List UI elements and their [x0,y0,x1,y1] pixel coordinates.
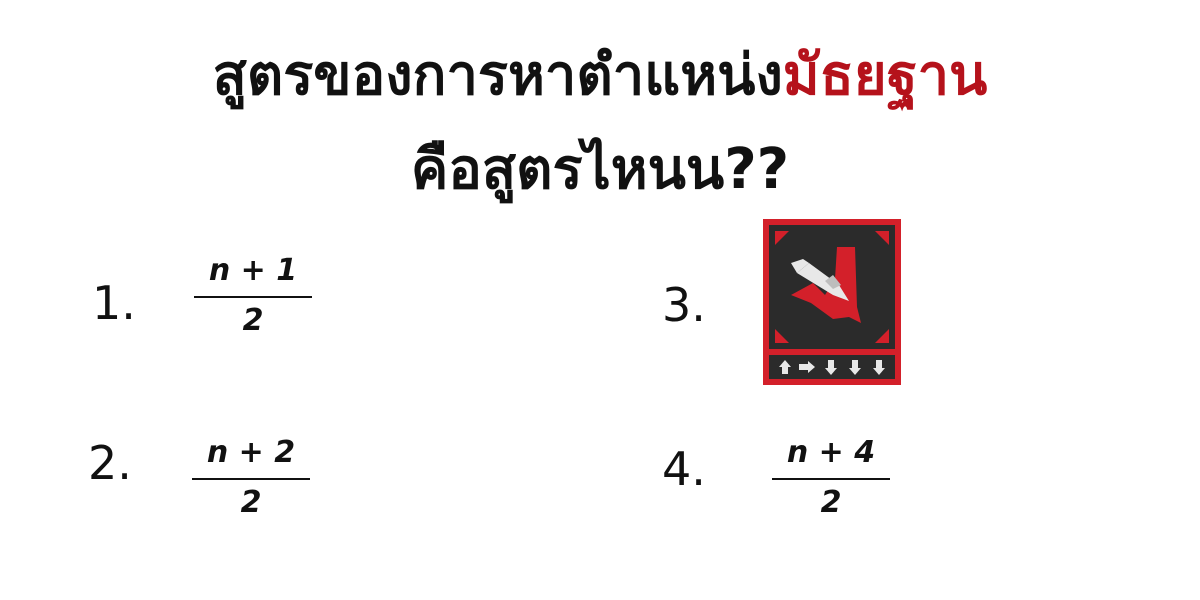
title-text: สูตรของการหาตำแหน่ง [212,43,783,108]
option-4-fraction[interactable]: n + 4 2 [772,438,890,518]
option-1-fraction[interactable]: n + 1 2 [194,256,312,336]
option-4-denominator: 2 [820,485,842,520]
option-1-denominator: 2 [242,303,264,338]
option-2-denominator: 2 [240,485,262,520]
title-accent-text: มัธยฐาน [782,43,988,108]
question-title-line-2: คือสูตรไหนน?? [410,137,790,202]
option-1-number: 1. [92,276,136,330]
option-2-numerator: n + 2 [206,435,296,470]
option-4-numerator: n + 4 [786,435,876,470]
stratagem-icon[interactable] [763,219,901,385]
fraction-bar [194,296,312,298]
fraction-bar [192,478,310,480]
option-4-number: 4. [662,442,706,496]
fraction-bar [772,478,890,480]
option-2-number: 2. [88,436,132,490]
question-title-line-1: สูตรของการหาตำแหน่งมัธยฐาน [0,48,1200,104]
option-2-fraction[interactable]: n + 2 2 [192,438,310,518]
option-1-numerator: n + 1 [208,253,298,288]
option-3-number: 3. [662,278,706,332]
